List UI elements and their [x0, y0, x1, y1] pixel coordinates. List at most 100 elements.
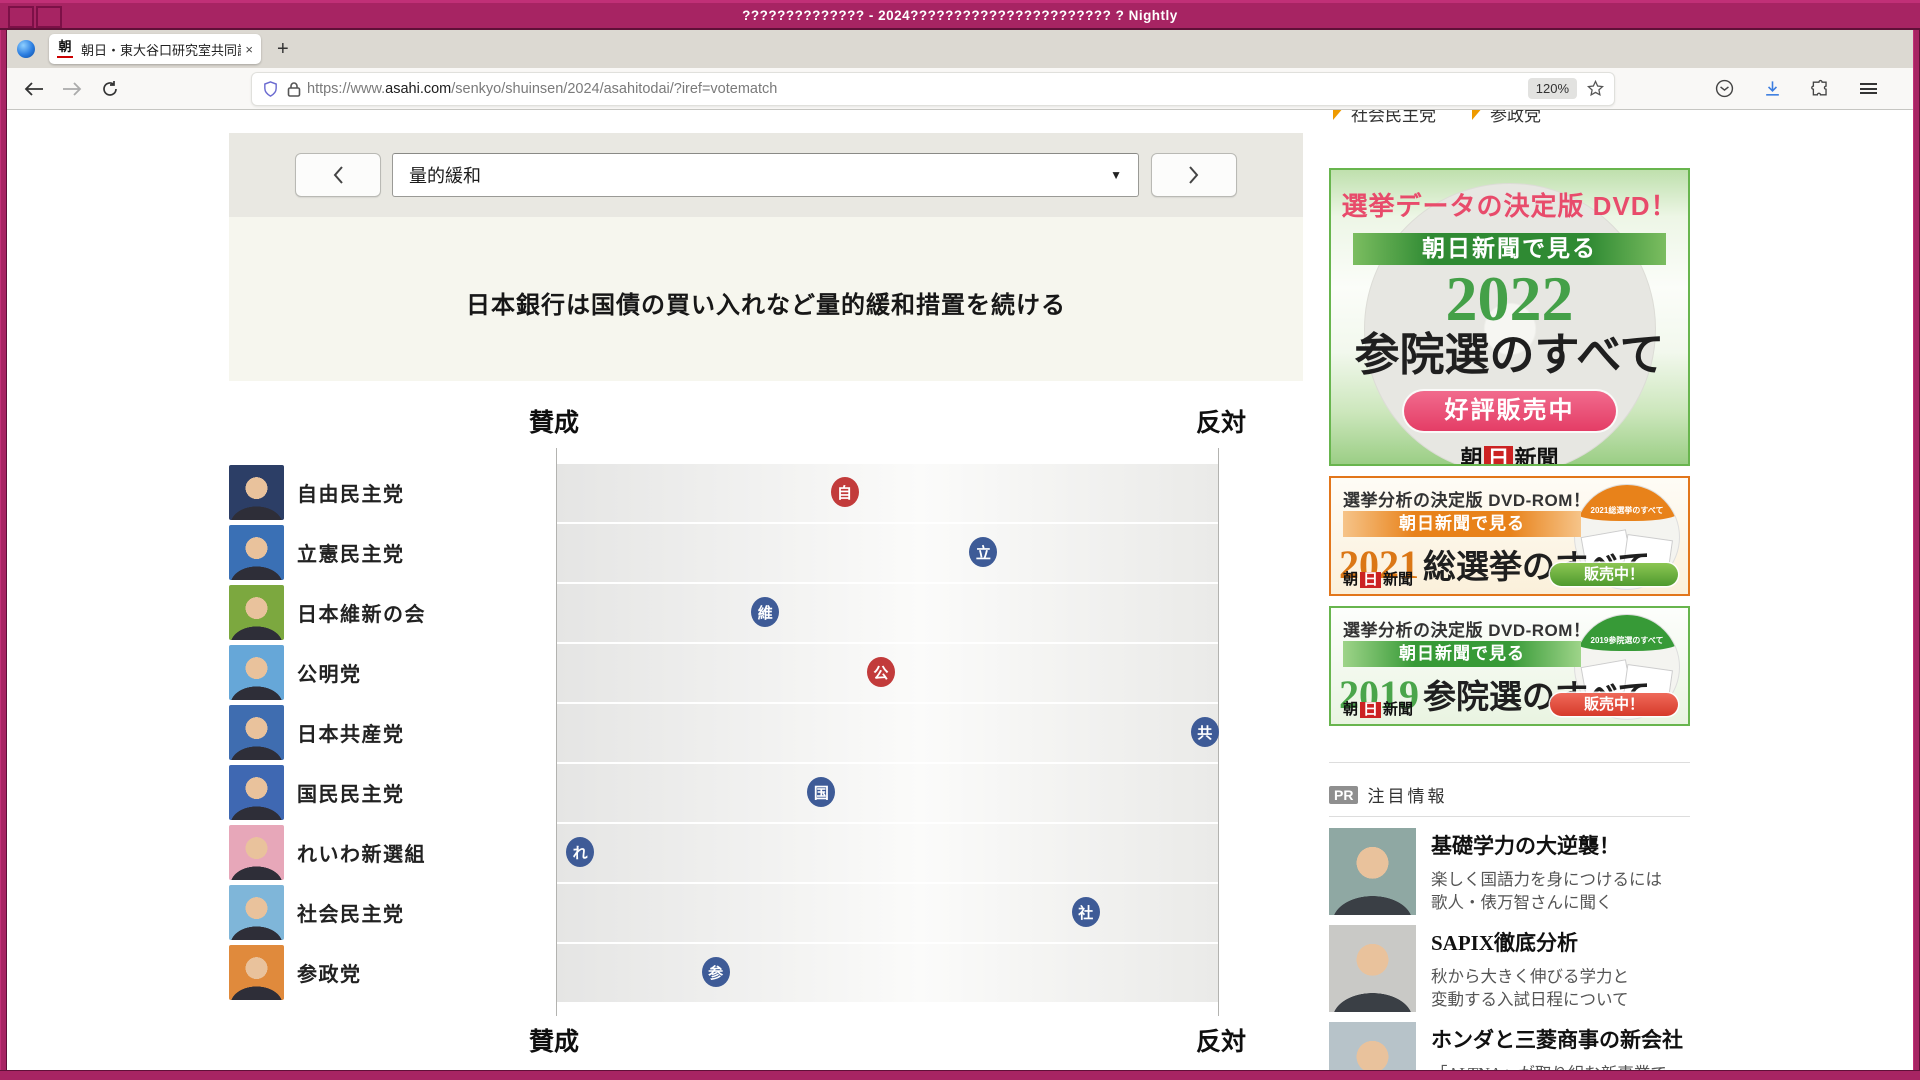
axis-line-left: [556, 448, 557, 1016]
browser-tab[interactable]: 朝 朝日・東大谷口研究室共同調 ×: [49, 34, 261, 64]
profile-sphere-icon[interactable]: [17, 40, 35, 58]
window-border-right: [1913, 0, 1920, 1080]
party-leader-photo: [229, 584, 284, 640]
bookmark-star-icon[interactable]: [1587, 80, 1604, 97]
party-label: れいわ新選組: [297, 843, 426, 866]
forward-icon[interactable]: [57, 74, 87, 104]
new-tab-button[interactable]: +: [277, 38, 289, 61]
tab-title: 朝日・東大谷口研究室共同調: [81, 42, 242, 58]
question-panel: 日本銀行は国債の買い入れなど量的緩和措置を続ける: [229, 217, 1303, 381]
party-leader-photo: [229, 644, 284, 700]
pr-article[interactable]: ホンダと三菱商事の新会社 「ALTNA」が取り組む新事業でEVの未来に多様な選択…: [1329, 1022, 1683, 1070]
url-text[interactable]: https://www.asahi.com/senkyo/shuinsen/20…: [307, 81, 1518, 97]
url-host: asahi.com: [385, 80, 452, 97]
ad-dvd-2022[interactable]: 選挙データの決定版 DVD！ 朝日新聞で見る 2022 参院選のすべて 好評販売…: [1329, 168, 1690, 466]
article-title: 基礎学力の大逆襲！: [1431, 834, 1620, 858]
pr-article[interactable]: SAPIX徹底分析 秋から大きく伸びる学力と 変動する入試日程について: [1329, 925, 1629, 1012]
party-marker-れ[interactable]: れ: [566, 837, 595, 867]
flag-icon: [1333, 110, 1344, 120]
chart-band: [557, 882, 1218, 942]
sidebar-divider: [1329, 762, 1690, 763]
legend-item: 社会民主党: [1333, 110, 1436, 126]
zoom-level-badge[interactable]: 120%: [1527, 78, 1577, 99]
download-icon[interactable]: [1757, 74, 1787, 104]
ad-dvdrom-2021[interactable]: 2021総選挙のすべて 選挙分析の決定版 DVD-ROM！ 朝日新聞で見る 20…: [1329, 476, 1690, 596]
party-row: 社会民主党: [229, 882, 426, 942]
article-photo: [1329, 1022, 1416, 1070]
party-leader-photo: [229, 884, 284, 940]
party-marker-社[interactable]: 社: [1071, 897, 1100, 927]
party-marker-参[interactable]: 参: [701, 957, 730, 987]
party-list: 自由民主党立憲民主党日本維新の会 公明党日本共産党国民民主党れいわ新選組社会民主党…: [229, 462, 426, 1002]
article-photo: [1329, 828, 1416, 915]
ad-on-sale-button[interactable]: 販売中！: [1550, 563, 1678, 586]
disc-label-text: 2021総選挙のすべて: [1575, 485, 1679, 521]
pr-section-header: PR 注目情報: [1329, 782, 1690, 807]
window-border-bottom: [0, 1070, 1920, 1080]
window-corner-decoration: [8, 6, 62, 28]
party-label: 立憲民主党: [297, 543, 405, 566]
ad-on-sale-button[interactable]: 販売中！: [1550, 693, 1678, 716]
window-border-left: [0, 0, 7, 1080]
window-titlebar[interactable]: ?????????????? - 2024???????????????????…: [0, 0, 1920, 30]
party-label: 国民民主党: [297, 783, 405, 806]
ad-headline: 選挙分析の決定版 DVD-ROM！: [1343, 621, 1591, 640]
ad-brand-bar: 朝日新聞で見る: [1343, 511, 1581, 537]
party-marker-自[interactable]: 自: [830, 477, 859, 507]
ad-headline: 選挙データの決定版 DVD！: [1341, 191, 1678, 221]
party-label: 日本共産党: [297, 723, 405, 746]
flag-icon: [1472, 110, 1483, 120]
party-leader-photo: [229, 704, 284, 760]
ad-brand-bar: 朝日新聞で見る: [1343, 641, 1581, 667]
party-marker-共[interactable]: 共: [1190, 717, 1219, 747]
party-row: 日本維新の会: [229, 582, 426, 642]
menu-hamburger-icon[interactable]: [1853, 74, 1883, 104]
party-label: 日本維新の会: [297, 603, 426, 626]
party-marker-公[interactable]: 公: [866, 657, 895, 687]
lock-icon[interactable]: [287, 81, 301, 97]
party-color-legend: 社会民主党 参政党: [1333, 110, 1541, 126]
party-label: 自由民主党: [297, 483, 405, 506]
party-label: 参政党: [297, 963, 362, 986]
article-photo: [1329, 925, 1416, 1012]
party-leader-photo: [229, 524, 284, 580]
party-label: 公明党: [297, 663, 362, 686]
ad-title: 参院選のすべて: [1354, 330, 1665, 381]
extensions-puzzle-icon[interactable]: [1805, 74, 1835, 104]
stance-chart: 自立維公共国れ社参: [556, 448, 1219, 1016]
article-desc: 楽しく国語力を身につけるには 歌人・俵万智さんに聞く: [1431, 870, 1662, 913]
party-row: 国民民主党: [229, 762, 426, 822]
article-desc: 秋から大きく伸びる学力と 変動する入試日程について: [1431, 967, 1629, 1010]
ad-dvdrom-2019[interactable]: 2019参院選のすべて 選挙分析の決定版 DVD-ROM！ 朝日新聞で見る 20…: [1329, 606, 1690, 726]
page-content: 量的緩和 ▼ 日本銀行は国債の買い入れなど量的緩和措置を続ける 賛成 反対 自立…: [7, 110, 1913, 1070]
party-leader-photo: [229, 464, 284, 520]
pr-article[interactable]: 基礎学力の大逆襲！ 楽しく国語力を身につけるには 歌人・俵万智さんに聞く: [1329, 828, 1662, 915]
axis-right-label: 反対: [1195, 409, 1246, 437]
ad-brand-bar: 朝日新聞で見る: [1353, 233, 1666, 265]
back-icon[interactable]: [19, 74, 49, 104]
party-row: 自由民主党: [229, 462, 426, 522]
ad-buy-button[interactable]: 好評販売中: [1403, 391, 1616, 432]
pr-badge: PR: [1329, 785, 1359, 804]
chart-band: [557, 462, 1218, 522]
reload-icon[interactable]: [95, 74, 125, 104]
sidebar: 社会民主党 参政党 選挙データの決定版 DVD！ 朝日新聞で見る 2022 参院選…: [1329, 110, 1690, 1070]
topic-select[interactable]: 量的緩和 ▼: [392, 153, 1139, 197]
chart-band: [557, 582, 1218, 642]
next-topic-button[interactable]: [1151, 153, 1237, 197]
party-row: 参政党: [229, 942, 426, 1002]
prev-topic-button[interactable]: [295, 153, 381, 197]
tab-strip: 朝 朝日・東大谷口研究室共同調 × +: [7, 30, 1913, 68]
tab-close-icon[interactable]: ×: [245, 42, 253, 57]
tracking-shield-icon[interactable]: [262, 80, 279, 98]
axis-labels-top: 賛成 反対: [529, 403, 1246, 439]
url-path: /senkyo/shuinsen/2024/asahitodai/?iref=v…: [451, 80, 778, 97]
url-bar[interactable]: https://www.asahi.com/senkyo/shuinsen/20…: [251, 71, 1615, 106]
question-text: 日本銀行は国債の買い入れなど量的緩和措置を続ける: [466, 292, 1066, 319]
asahi-shimbun-logo: 朝日新聞: [1331, 441, 1688, 464]
party-leader-photo: [229, 824, 284, 880]
pocket-icon[interactable]: [1709, 74, 1739, 104]
disc-label-text: 2019参院選のすべて: [1575, 615, 1679, 651]
party-leader-photo: [229, 944, 284, 1000]
party-leader-photo: [229, 764, 284, 820]
